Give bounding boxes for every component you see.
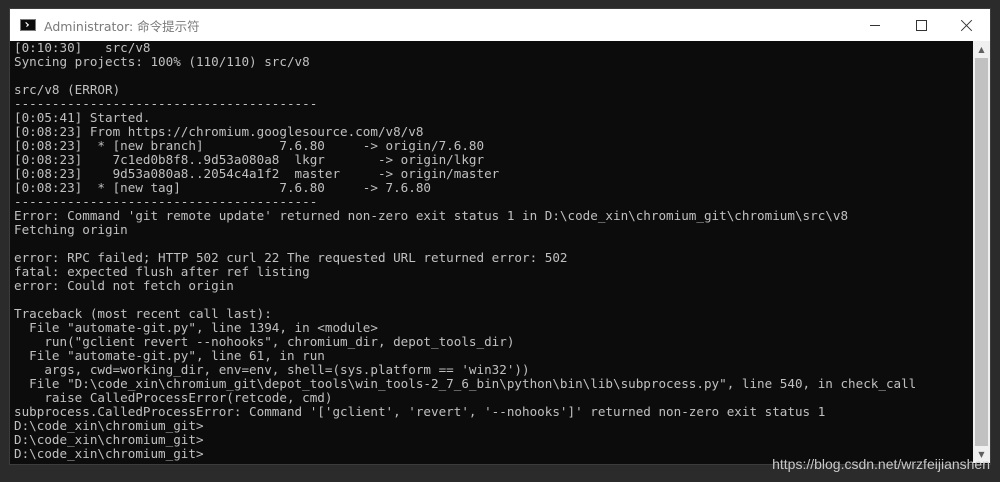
console-line: [0:08:23] 7c1ed0b8f8..9d53a080a8 lkgr ->… (14, 152, 485, 167)
scrollbar-thumb[interactable] (975, 58, 988, 446)
console-line: subprocess.CalledProcessError: Command '… (14, 404, 826, 419)
console-line: File "automate-git.py", line 61, in run (14, 348, 325, 363)
console-line: ---------------------------------------- (14, 96, 318, 111)
console-line: [0:08:23] * [new tag] 7.6.80 -> 7.6.80 (14, 180, 432, 195)
console-line: Syncing projects: 100% (110/110) src/v8 (14, 54, 310, 69)
console-line: [0:08:23] 9d53a080a8..2054c4a1f2 master … (14, 166, 500, 181)
console-line: File "automate-git.py", line 1394, in <m… (14, 320, 378, 335)
vertical-scrollbar[interactable]: ▲ ▼ (973, 41, 990, 463)
console-line: [0:10:30] src/v8 (14, 41, 151, 55)
window-controls (852, 9, 990, 41)
console-line: args, cwd=working_dir, env=env, shell=(s… (14, 362, 530, 377)
console-line: Error: Command 'git remote update' retur… (14, 208, 849, 223)
console-line: [0:08:23] From https://chromium.googleso… (14, 124, 424, 139)
console-line: Fetching origin (14, 222, 128, 237)
close-button[interactable] (944, 9, 990, 41)
title-bar[interactable]: Administrator: 命令提示符 (10, 9, 990, 41)
console-line: D:\code_xin\chromium_git> (14, 418, 204, 433)
maximize-icon (915, 19, 927, 31)
console-line: File "D:\code_xin\chromium_git\depot_too… (14, 376, 917, 391)
console-line: D:\code_xin\chromium_git> (14, 432, 204, 447)
console-line: ---------------------------------------- (14, 194, 318, 209)
watermark-text: https://blog.csdn.net/wrzfeijianshen (772, 456, 990, 472)
console-output[interactable]: [0:10:30] src/v8 Syncing projects: 100% (… (14, 41, 972, 463)
maximize-button[interactable] (898, 9, 944, 41)
scroll-up-arrow-icon[interactable]: ▲ (973, 41, 990, 58)
console-line: fatal: expected flush after ref listing (14, 264, 310, 279)
console-line: [0:05:41] Started. (14, 110, 151, 125)
cmd-icon (20, 19, 36, 31)
console-line: src/v8 (ERROR) (14, 82, 121, 97)
window-title: Administrator: 命令提示符 (44, 18, 200, 34)
console-line: error: RPC failed; HTTP 502 curl 22 The … (14, 250, 568, 265)
close-icon (961, 19, 973, 31)
console-line: Traceback (most recent call last): (14, 306, 272, 321)
console-line: error: Could not fetch origin (14, 278, 234, 293)
console-window: Administrator: 命令提示符 [0:10:30] src/v8 Syn… (10, 9, 990, 464)
console-line: raise CalledProcessError(retcode, cmd) (14, 390, 333, 405)
minimize-icon (870, 24, 880, 26)
minimize-button[interactable] (852, 9, 898, 41)
console-line: run("gclient revert --nohooks", chromium… (14, 334, 515, 349)
console-line: [0:08:23] * [new branch] 7.6.80 -> origi… (14, 138, 485, 153)
